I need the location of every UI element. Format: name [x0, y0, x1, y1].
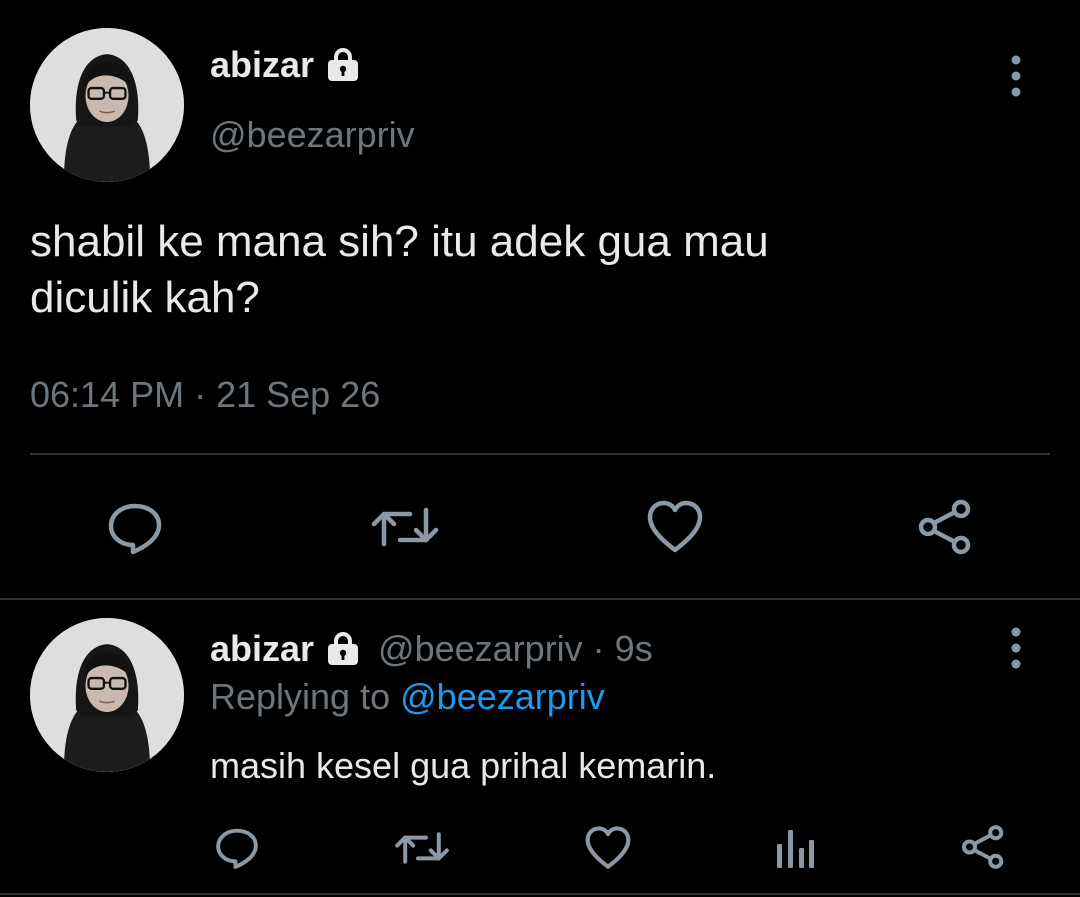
lock-icon	[324, 632, 362, 666]
more-vertical-icon[interactable]	[1006, 54, 1026, 98]
analytics-icon[interactable]	[774, 826, 816, 870]
tweet-text: shabil ke mana sih? itu adek gua mau dic…	[30, 214, 1030, 326]
handle-and-time[interactable]: @beezarpriv · 9s	[378, 628, 653, 670]
reply-icon[interactable]	[214, 826, 260, 870]
divider	[0, 598, 1080, 600]
more-vertical-icon[interactable]	[1006, 626, 1026, 670]
share-icon[interactable]	[960, 824, 1006, 870]
divider	[30, 453, 1050, 455]
replying-prefix: Replying to	[210, 676, 391, 717]
replying-to: Replying to @beezarpriv	[210, 676, 605, 718]
main-tweet: abizar @beezarpriv shabil ke mana sih? i…	[0, 0, 1080, 600]
lock-icon	[324, 48, 362, 82]
retweet-icon[interactable]	[394, 828, 450, 868]
divider	[0, 893, 1080, 895]
tweet-timestamp[interactable]: 06:14 PM · 21 Sep 26	[30, 374, 380, 416]
author-name-row: abizar @beezarpriv · 9s	[210, 628, 653, 670]
retweet-icon[interactable]	[370, 502, 440, 552]
tweet-text-line: shabil ke mana sih? itu adek gua mau	[30, 217, 769, 266]
tweet-text: masih kesel gua prihal kemarin.	[210, 745, 717, 786]
avatar[interactable]	[30, 28, 184, 182]
display-name[interactable]: abizar	[210, 44, 314, 86]
display-name[interactable]: abizar	[210, 628, 314, 670]
replying-handle-link[interactable]: @beezarpriv	[400, 676, 605, 717]
reply-icon[interactable]	[106, 500, 164, 556]
handle[interactable]: @beezarpriv	[210, 114, 415, 156]
author-name-row: abizar	[210, 44, 362, 86]
avatar[interactable]	[30, 618, 184, 772]
heart-icon[interactable]	[584, 826, 632, 870]
tweet-text-line: diculik kah?	[30, 273, 260, 322]
share-icon[interactable]	[916, 498, 974, 556]
heart-icon[interactable]	[646, 500, 704, 554]
